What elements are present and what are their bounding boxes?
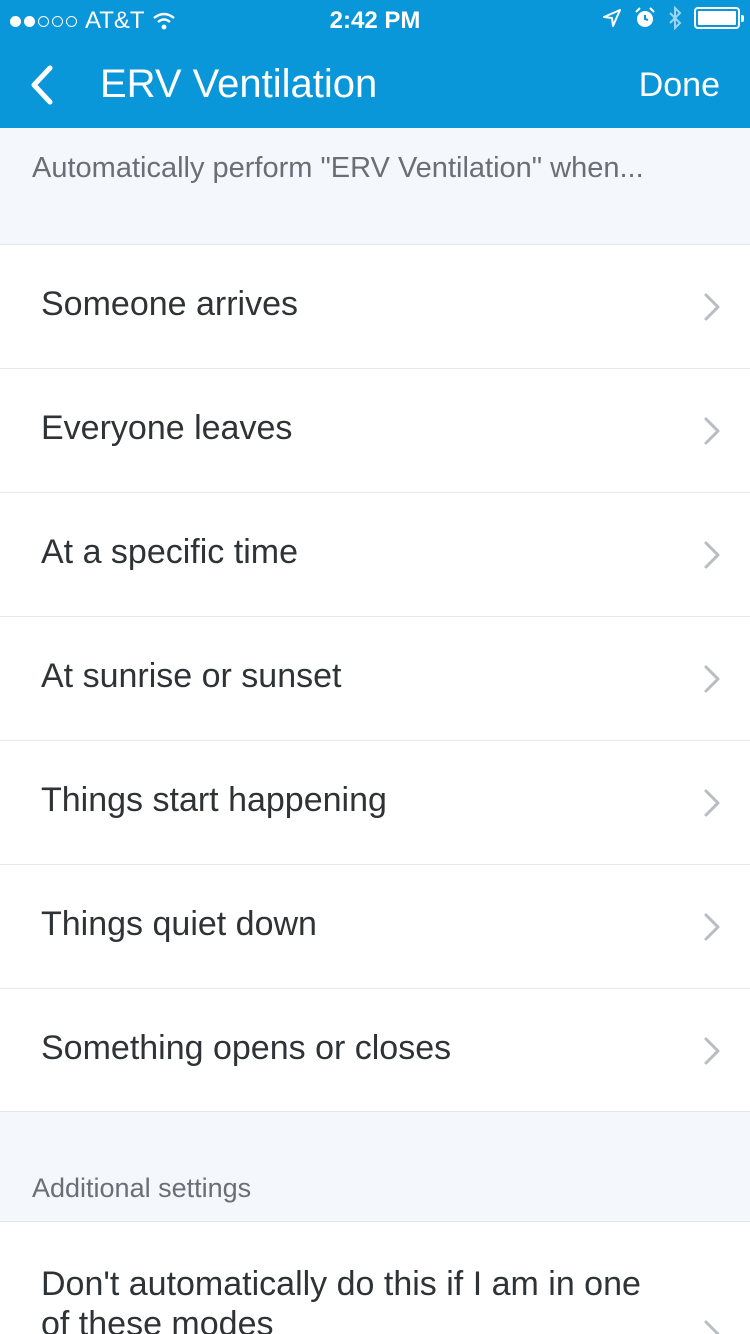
intro-text: Automatically perform "ERV Ventilation" … (0, 128, 750, 245)
nav-bar: ERV Ventilation Done (0, 40, 750, 128)
list-item-things-quiet[interactable]: Things quiet down (0, 865, 750, 989)
list-item-label: At a specific time (41, 533, 298, 571)
status-bar: AT&T 2:42 PM (0, 0, 750, 40)
chevron-right-icon (704, 541, 720, 569)
list-item-someone-arrives[interactable]: Someone arrives (0, 245, 750, 369)
list-item-label: Don't automatically do this if I am in o… (41, 1265, 641, 1334)
list-item-label: At sunrise or sunset (41, 657, 342, 695)
done-button[interactable]: Done (639, 66, 720, 105)
bluetooth-icon (669, 6, 682, 30)
chevron-right-icon (704, 913, 720, 941)
chevron-right-icon (704, 293, 720, 321)
chevron-right-icon (704, 1320, 720, 1334)
list-item-sunrise-sunset[interactable]: At sunrise or sunset (0, 617, 750, 741)
chevron-left-icon[interactable] (20, 60, 70, 110)
list-item-label: Something opens or closes (41, 1029, 452, 1067)
list-item-label: Things quiet down (41, 905, 317, 943)
list-item-opens-closes[interactable]: Something opens or closes (0, 989, 750, 1111)
list-item-label: Someone arrives (41, 285, 299, 323)
chevron-right-icon (704, 1037, 720, 1065)
list-item-label: Things start happening (41, 781, 387, 819)
location-arrow-icon (603, 9, 621, 27)
alarm-icon (635, 7, 655, 27)
additional-settings-header: Additional settings (0, 1111, 750, 1222)
chevron-right-icon (704, 665, 720, 693)
chevron-right-icon (704, 789, 720, 817)
list-item-label: Everyone leaves (41, 409, 293, 447)
chevron-right-icon (704, 417, 720, 445)
page-title: ERV Ventilation (100, 62, 378, 106)
list-item-everyone-leaves[interactable]: Everyone leaves (0, 369, 750, 493)
list-item-things-start[interactable]: Things start happening (0, 741, 750, 865)
list-item-specific-time[interactable]: At a specific time (0, 493, 750, 617)
battery-icon (694, 7, 744, 29)
list-item-mode-exclusion[interactable]: Don't automatically do this if I am in o… (0, 1222, 750, 1334)
status-right (602, 6, 744, 30)
